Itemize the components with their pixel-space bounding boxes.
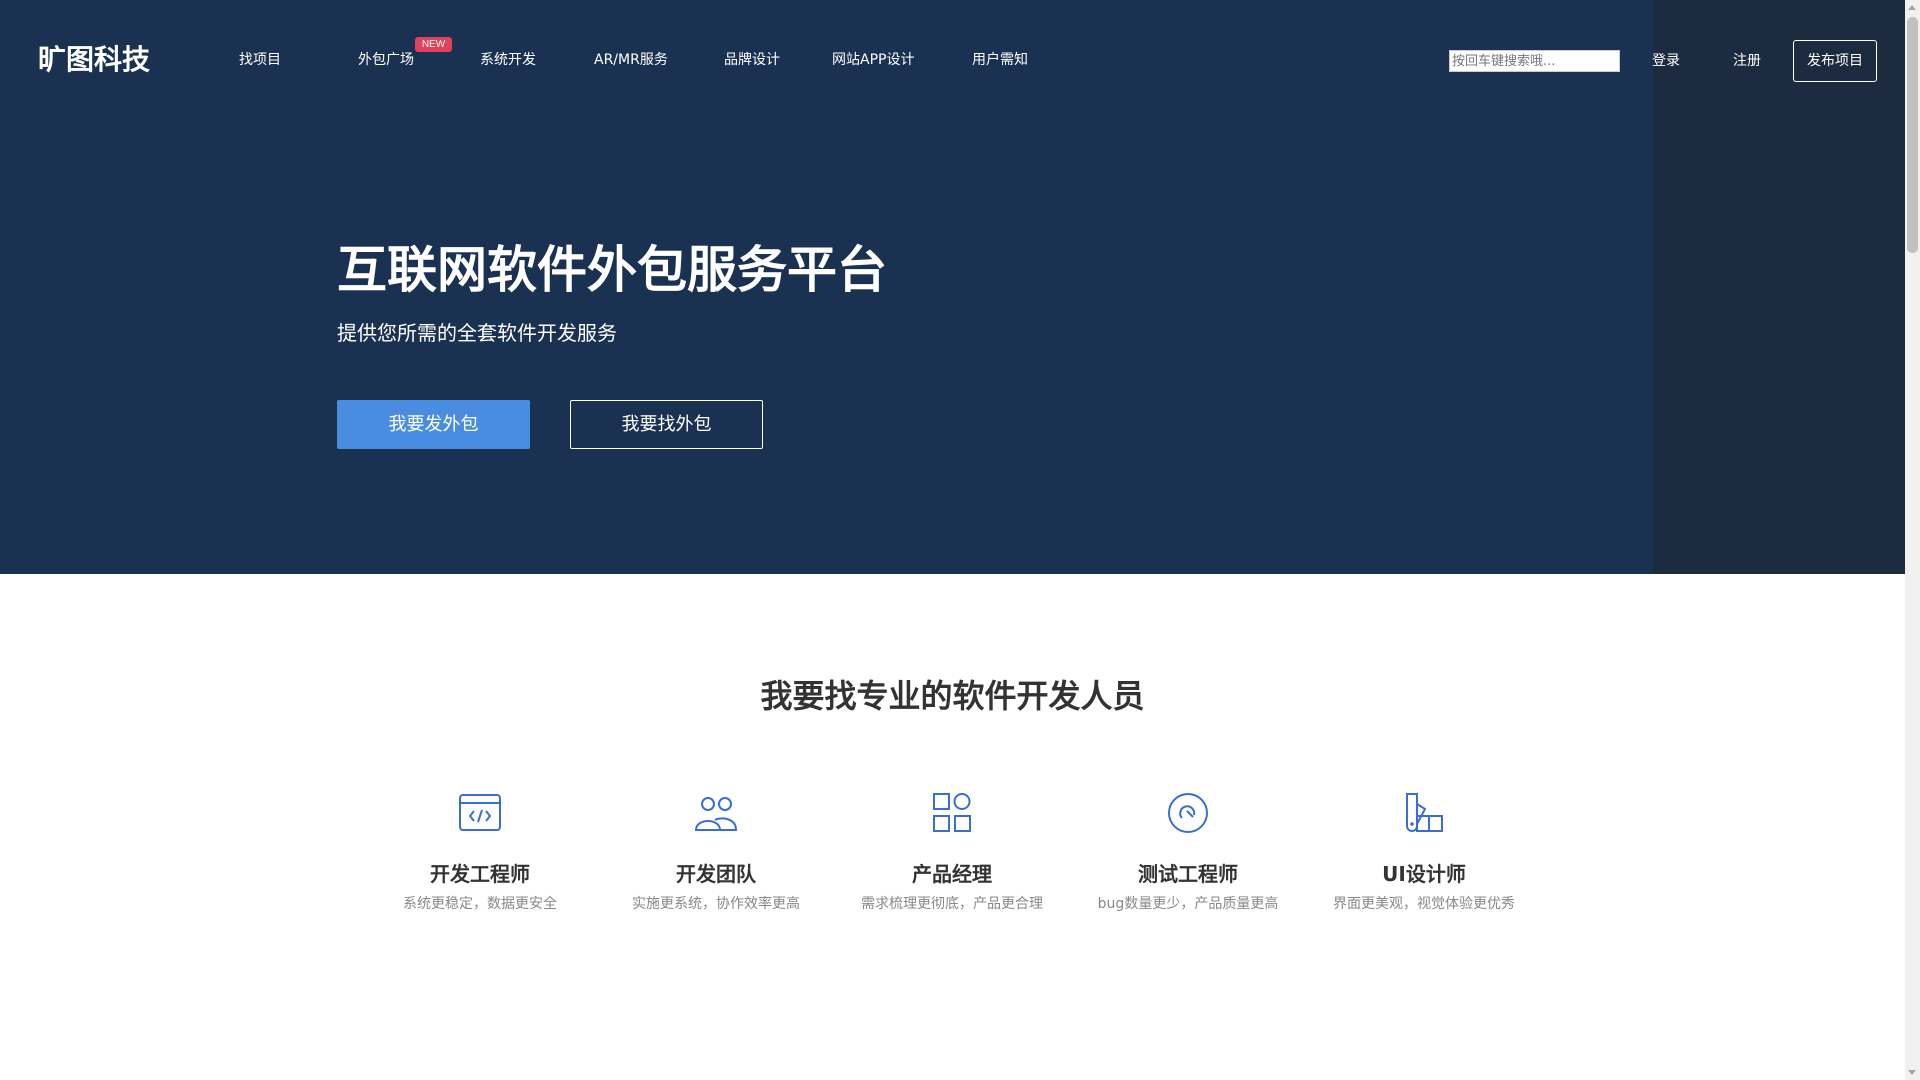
service-desc: bug数量更少，产品质量更高 — [1097, 896, 1279, 912]
service-desc: 实施更系统，协作效率更高 — [632, 896, 800, 912]
service-desc: 系统更稳定，数据更安全 — [403, 896, 557, 912]
hero-subtitle: 提供您所需的全套软件开发服务 — [337, 321, 617, 345]
service-card-ui-designer[interactable]: UI设计师 界面更美观，视觉体验更优秀 — [1306, 790, 1542, 940]
nav-outsource-square[interactable]: 外包广场 — [358, 50, 414, 70]
hero-title: 互联网软件外包服务平台 — [337, 241, 887, 299]
service-card-team[interactable]: 开发团队 实施更系统，协作效率更高 — [598, 790, 834, 940]
service-name: 测试工程师 — [1138, 862, 1238, 886]
new-badge: NEW — [415, 37, 452, 52]
service-name: 开发团队 — [676, 862, 756, 886]
nav-user-notice[interactable]: 用户需知 — [972, 50, 1028, 70]
page-scrollbar[interactable] — [1905, 0, 1920, 1080]
scroll-down-icon[interactable] — [1908, 1070, 1916, 1075]
nav-brand-design[interactable]: 品牌设计 — [724, 50, 780, 70]
hero-side-panel — [1653, 0, 1905, 574]
publish-project-button[interactable]: 发布项目 — [1793, 40, 1877, 82]
page: 旷图科技 找项目 外包广场 NEW 系统开发 AR/MR服务 品牌设计 网站AP… — [0, 0, 1920, 1080]
login-link[interactable]: 登录 — [1652, 51, 1680, 71]
hero-section: 旷图科技 找项目 外包广场 NEW 系统开发 AR/MR服务 品牌设计 网站AP… — [0, 0, 1905, 574]
post-outsource-button[interactable]: 我要发外包 — [337, 400, 530, 449]
section-title: 我要找专业的软件开发人员 — [760, 677, 1145, 715]
service-name: 产品经理 — [912, 862, 992, 886]
register-link[interactable]: 注册 — [1733, 51, 1761, 71]
test-gauge-icon — [1168, 793, 1208, 833]
scroll-thumb[interactable] — [1907, 17, 1918, 253]
service-name: UI设计师 — [1382, 862, 1466, 886]
service-card-developer[interactable]: 开发工程师 系统更稳定，数据更安全 — [362, 790, 598, 940]
find-outsource-button[interactable]: 我要找外包 — [570, 400, 763, 449]
code-window-icon — [459, 794, 501, 831]
service-desc: 需求梳理更彻底，产品更合理 — [861, 896, 1043, 912]
nav-find-project[interactable]: 找项目 — [239, 50, 281, 70]
search-input[interactable] — [1449, 50, 1620, 72]
design-tools-icon — [1406, 793, 1443, 832]
nav-web-app-design[interactable]: 网站APP设计 — [832, 50, 914, 70]
service-desc: 界面更美观，视觉体验更优秀 — [1333, 896, 1515, 912]
team-icon — [694, 797, 738, 831]
scroll-up-icon[interactable] — [1908, 5, 1916, 10]
service-card-product-manager[interactable]: 产品经理 需求梳理更彻底，产品更合理 — [834, 790, 1070, 940]
service-card-test-engineer[interactable]: 测试工程师 bug数量更少，产品质量更高 — [1070, 790, 1306, 940]
service-name: 开发工程师 — [430, 862, 530, 886]
site-logo[interactable]: 旷图科技 — [38, 44, 150, 76]
nav-ar-mr[interactable]: AR/MR服务 — [594, 50, 668, 70]
nav-system-dev[interactable]: 系统开发 — [480, 50, 536, 70]
grid-apps-icon — [933, 793, 971, 832]
